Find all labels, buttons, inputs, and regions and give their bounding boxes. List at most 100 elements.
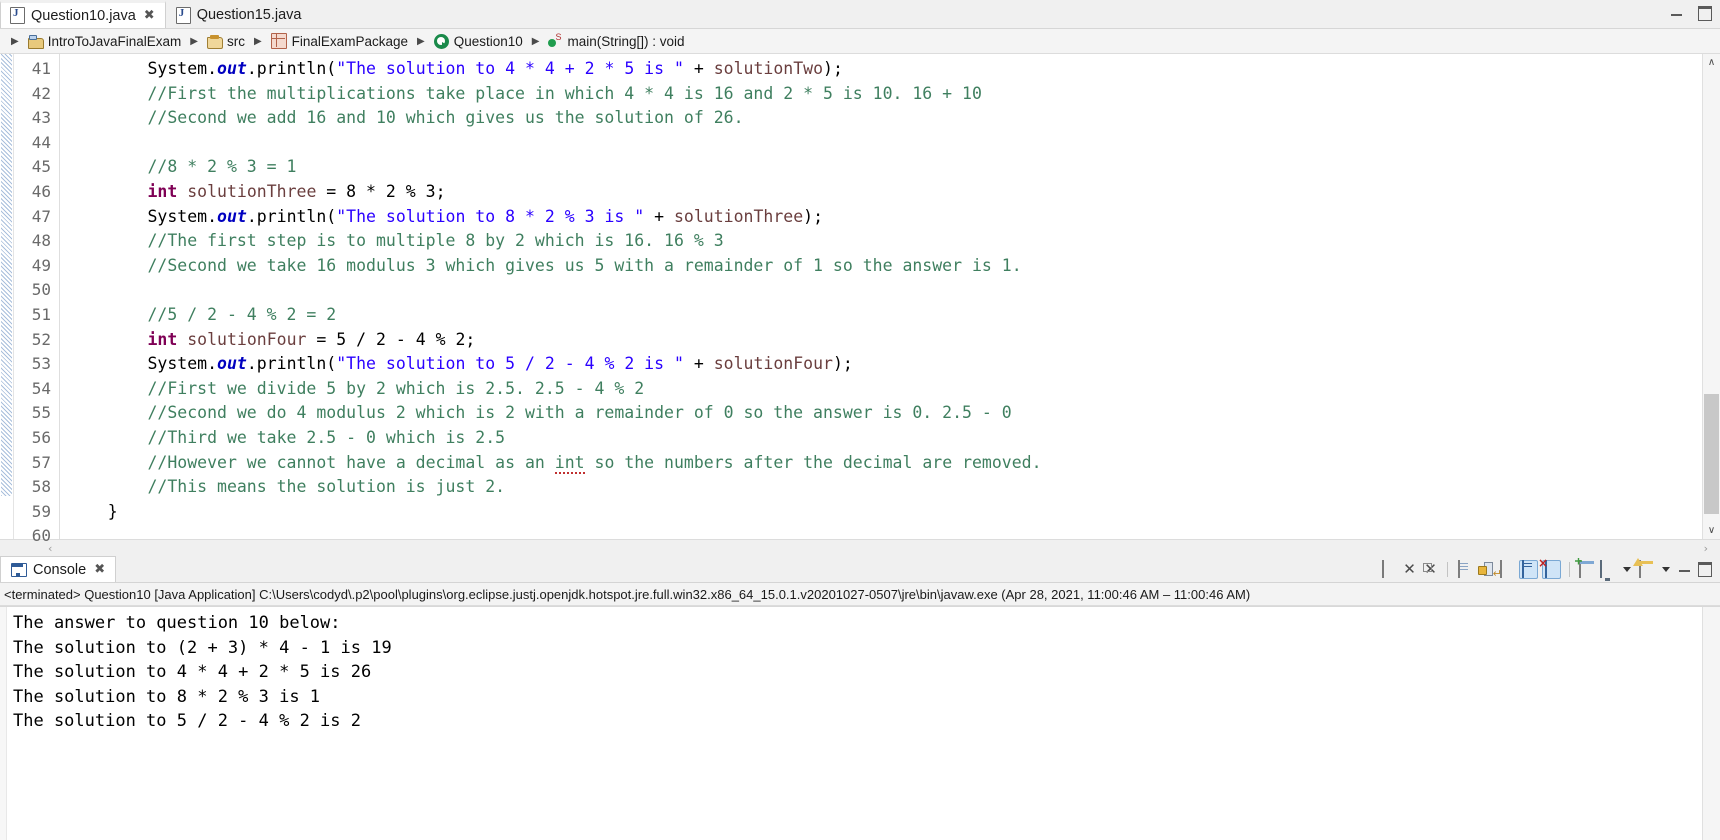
code-line[interactable]: int solutionFour = 5 / 2 - 4 % 2; [68, 328, 1702, 353]
editor-tab-question15[interactable]: Question15.java [166, 1, 313, 28]
code-token: //First we divide 5 by 2 which is 2.5. 2… [68, 379, 644, 398]
code-token: so the numbers after the decimal are rem… [585, 453, 1042, 472]
code-line[interactable]: System.out.println("The solution to 8 * … [68, 205, 1702, 230]
code-line[interactable] [68, 131, 1702, 156]
line-number: 57 [14, 451, 59, 476]
breadcrumb-expand-icon[interactable]: ▶ [6, 36, 24, 47]
annotation-ruler[interactable] [0, 54, 14, 539]
code-token [177, 182, 187, 201]
code-line[interactable] [68, 278, 1702, 303]
line-number: 45 [14, 155, 59, 180]
code-token: //However we cannot have a decimal as an [68, 453, 555, 472]
line-number: 58 [14, 475, 59, 500]
breadcrumb-item-src[interactable]: src [205, 33, 247, 50]
show-console-on-output-button[interactable] [1519, 560, 1538, 579]
scroll-up-arrow-icon[interactable]: ∧ [1703, 54, 1720, 71]
code-line[interactable]: //The first step is to multiple 8 by 2 w… [68, 229, 1702, 254]
chevron-right-icon: ▶ [527, 36, 545, 47]
code-line[interactable] [68, 524, 1702, 539]
display-selected-console-button[interactable] [1599, 561, 1616, 578]
line-number: 44 [14, 131, 59, 156]
console-tab-bar: Console ✖ ✕ ✕ [0, 556, 1720, 583]
terminate-button[interactable] [1380, 561, 1397, 578]
code-line[interactable]: //5 / 2 - 4 % 2 = 2 [68, 303, 1702, 328]
scroll-lock-button[interactable] [1477, 561, 1494, 578]
maximize-icon[interactable] [1698, 562, 1712, 577]
scroll-right-arrow-icon[interactable]: › [1704, 542, 1720, 555]
code-line[interactable]: //Third we take 2.5 - 0 which is 2.5 [68, 426, 1702, 451]
code-line[interactable]: //However we cannot have a decimal as an… [68, 451, 1702, 476]
code-token: //Second we do 4 modulus 2 which is 2 wi… [68, 403, 1012, 422]
toolbar-separator [1569, 562, 1570, 577]
editor-vertical-scrollbar[interactable]: ∧ ∨ [1702, 54, 1720, 539]
code-line[interactable]: //Second we take 16 modulus 3 which give… [68, 254, 1702, 279]
minimize-icon[interactable] [1671, 11, 1682, 16]
line-number: 54 [14, 377, 59, 402]
clear-console-button[interactable] [1456, 561, 1473, 578]
code-line[interactable]: System.out.println("The solution to 5 / … [68, 352, 1702, 377]
line-number: 47 [14, 205, 59, 230]
show-console-on-error-button[interactable] [1542, 560, 1561, 579]
console-output-text[interactable]: The answer to question 10 below:The solu… [7, 607, 1702, 840]
code-token: = 5 / 2 - 4 % 2; [306, 330, 475, 349]
chevron-down-icon[interactable] [1623, 567, 1631, 572]
code-editor[interactable]: 4142434445464748495051525354555657585960… [0, 54, 1720, 539]
console-icon [11, 563, 27, 577]
line-number: 46 [14, 180, 59, 205]
code-token: = 8 * 2 % 3; [316, 182, 445, 201]
close-icon[interactable]: ✖ [94, 563, 105, 576]
maximize-icon[interactable] [1698, 6, 1712, 21]
chevron-right-icon: ▶ [412, 36, 430, 47]
scroll-down-arrow-icon[interactable]: ∨ [1703, 522, 1720, 539]
code-line[interactable]: int solutionThree = 8 * 2 % 3; [68, 180, 1702, 205]
code-line[interactable]: //This means the solution is just 2. [68, 475, 1702, 500]
editor-tab-question10[interactable]: Question10.java ✖ [0, 1, 166, 28]
line-number: 43 [14, 106, 59, 131]
code-token [177, 330, 187, 349]
console-view: Console ✖ ✕ ✕ [0, 556, 1720, 840]
minimize-icon[interactable] [1679, 567, 1690, 572]
code-line[interactable]: //First the multiplications take place i… [68, 82, 1702, 107]
code-line[interactable]: //Second we add 16 and 10 which gives us… [68, 106, 1702, 131]
code-line[interactable]: System.out.println("The solution to 4 * … [68, 57, 1702, 82]
pin-console-button[interactable] [1578, 561, 1595, 578]
code-line[interactable]: //First we divide 5 by 2 which is 2.5. 2… [68, 377, 1702, 402]
chevron-down-icon[interactable] [1662, 567, 1670, 572]
breadcrumb-item-project[interactable]: IntroToJavaFinalExam [26, 33, 184, 50]
java-class-icon [434, 34, 449, 49]
code-line[interactable]: } [68, 500, 1702, 525]
editor-tab-label: Question10.java [31, 8, 136, 24]
breadcrumb-label: src [227, 34, 245, 49]
word-wrap-button[interactable] [1498, 561, 1515, 578]
code-line[interactable]: //Second we do 4 modulus 2 which is 2 wi… [68, 401, 1702, 426]
editor-horizontal-scrollbar[interactable]: ‹ › [0, 539, 1720, 556]
console-vertical-scrollbar[interactable] [1702, 607, 1720, 840]
breadcrumb-item-package[interactable]: FinalExamPackage [269, 32, 410, 50]
remove-launch-button[interactable]: ✕ [1401, 561, 1418, 578]
chevron-right-icon: ▶ [249, 36, 267, 47]
breadcrumb-item-class[interactable]: Question10 [432, 33, 525, 50]
open-console-button[interactable] [1638, 561, 1655, 578]
console-output-panel[interactable]: The answer to question 10 below:The solu… [0, 606, 1720, 840]
code-token: .println( [247, 207, 336, 226]
code-token: + [684, 354, 714, 373]
code-text-area[interactable]: System.out.println("The solution to 4 * … [60, 54, 1702, 539]
code-token [68, 182, 147, 201]
java-file-icon [176, 7, 191, 24]
remove-all-terminated-button[interactable]: ✕ [1422, 561, 1439, 578]
scrollbar-thumb[interactable] [1704, 394, 1719, 514]
code-line[interactable]: //8 * 2 % 3 = 1 [68, 155, 1702, 180]
line-number: 51 [14, 303, 59, 328]
open-console-icon [1639, 560, 1641, 578]
code-token: + [684, 59, 714, 78]
code-token: int [147, 182, 177, 201]
console-toolbar: ✕ ✕ [1380, 556, 1720, 582]
package-icon [271, 33, 287, 49]
tab-console[interactable]: Console ✖ [0, 556, 116, 582]
code-token: out [217, 59, 247, 78]
breadcrumb-item-method[interactable]: main(String[]) : void [546, 33, 686, 50]
close-icon[interactable]: ✖ [144, 9, 155, 22]
console-error-icon [1545, 560, 1547, 578]
code-token: ); [833, 354, 853, 373]
code-token: //Second we take 16 modulus 3 which give… [68, 256, 1022, 275]
